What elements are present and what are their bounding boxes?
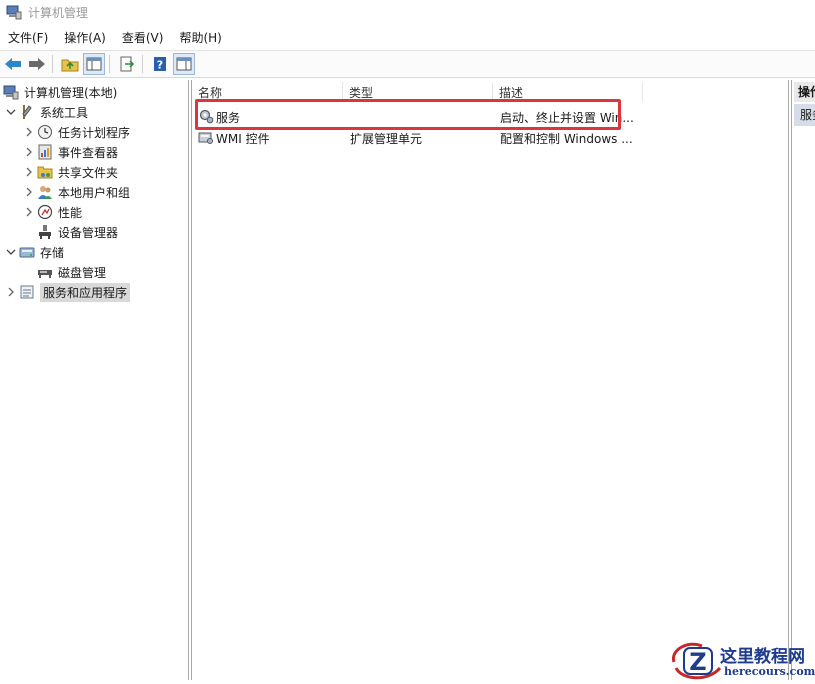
tree-label: 共享文件夹 [58, 165, 119, 180]
tree-label: 存储 [40, 245, 65, 260]
toolbar-separator [52, 55, 53, 73]
navigation-tree: 计算机管理(本地) 系统工具 任务计划程序 事件查看器 共享文件夹 本地用户和组… [0, 80, 189, 680]
toolbar-separator [109, 55, 110, 73]
tree-label: 服务和应用程序 [40, 282, 131, 302]
chevron-down-icon[interactable] [4, 245, 18, 259]
tree-item-local-users[interactable]: 本地用户和组 [22, 182, 130, 202]
watermark-z-icon: Z [671, 642, 722, 680]
wmi-control-icon [198, 129, 216, 145]
tree-item-root[interactable]: 计算机管理(本地) [2, 82, 117, 102]
column-header-description[interactable]: 描述 [493, 82, 643, 102]
tree-label: 性能 [58, 205, 83, 220]
list-item-name: WMI 控件 [216, 132, 270, 146]
show-action-pane-icon[interactable] [173, 53, 195, 75]
column-header-type[interactable]: 类型 [343, 82, 493, 102]
tree-item-performance[interactable]: 性能 [22, 202, 82, 222]
chevron-right-icon[interactable] [22, 125, 36, 139]
actions-pane: 操作 服务 [791, 80, 815, 680]
tree-item-system-tools[interactable]: 系统工具 [4, 102, 88, 122]
menu-view[interactable]: 查看(V) [114, 28, 172, 48]
menu-bar: 文件(F) 操作(A) 查看(V) 帮助(H) [0, 28, 230, 48]
toolbar-separator [142, 55, 143, 73]
chevron-right-icon[interactable] [22, 205, 36, 219]
computer-management-icon [2, 84, 20, 100]
watermark-text: 这里教程网 [720, 647, 805, 667]
tree-item-storage[interactable]: 存储 [4, 242, 64, 262]
tree-label: 设备管理器 [58, 225, 119, 240]
actions-header: 操作 [794, 82, 815, 102]
watermark-logo: Z 这里教程网 herecours.com [668, 640, 815, 682]
services-apps-icon [18, 284, 36, 300]
back-arrow-icon[interactable] [2, 53, 24, 75]
disk-icon [36, 264, 54, 280]
tree-label: 本地用户和组 [58, 185, 131, 200]
export-list-icon[interactable] [116, 53, 138, 75]
chevron-right-icon[interactable] [22, 145, 36, 159]
users-icon [36, 184, 54, 200]
list-item-description: 启动、终止并设置 Win... [500, 111, 634, 125]
show-hide-tree-icon[interactable] [83, 53, 105, 75]
tree-label: 事件查看器 [58, 145, 119, 160]
computer-management-icon [6, 4, 22, 20]
tree-label: 系统工具 [40, 105, 89, 120]
svg-text:Z: Z [689, 648, 706, 676]
device-manager-icon [36, 224, 54, 240]
list-item-type: 扩展管理单元 [350, 132, 423, 146]
storage-icon [18, 244, 36, 260]
tree-item-device-manager[interactable]: 设备管理器 [36, 222, 118, 242]
tree-label: 磁盘管理 [58, 265, 107, 280]
details-list: 名称 类型 描述 服务 启动、终止并设置 Win... WMI 控件 扩展管理单… [191, 80, 789, 680]
list-item-services[interactable]: 服务 启动、终止并设置 Win... [196, 106, 786, 126]
menu-help[interactable]: 帮助(H) [171, 28, 229, 48]
tools-icon [18, 104, 36, 120]
help-icon[interactable]: ? [149, 53, 171, 75]
menu-action[interactable]: 操作(A) [56, 28, 114, 48]
column-header-name[interactable]: 名称 [192, 82, 343, 102]
event-log-icon [36, 144, 54, 160]
tree-item-disk-management[interactable]: 磁盘管理 [36, 262, 106, 282]
gear-icon [198, 108, 216, 124]
shared-folder-icon [36, 164, 54, 180]
chevron-down-icon[interactable] [4, 105, 18, 119]
title-bar: 计算机管理 [0, 0, 815, 24]
tree-item-event-viewer[interactable]: 事件查看器 [22, 142, 118, 162]
tree-item-task-scheduler[interactable]: 任务计划程序 [22, 122, 130, 142]
list-item-description: 配置和控制 Windows ... [500, 132, 633, 146]
toolbar: ? [0, 50, 815, 78]
performance-icon [36, 204, 54, 220]
forward-arrow-icon[interactable] [26, 53, 48, 75]
up-folder-icon[interactable] [59, 53, 81, 75]
tree-label: 任务计划程序 [58, 125, 131, 140]
tree-label: 计算机管理(本地) [24, 85, 118, 100]
actions-item-services[interactable]: 服务 [794, 104, 815, 126]
chevron-right-icon[interactable] [22, 185, 36, 199]
watermark-url: herecours.com [724, 665, 815, 678]
list-item-name: 服务 [216, 111, 241, 125]
tree-item-services-apps[interactable]: 服务和应用程序 [4, 282, 131, 302]
menu-file[interactable]: 文件(F) [0, 28, 56, 48]
chevron-right-icon[interactable] [22, 165, 36, 179]
list-item-wmi-control[interactable]: WMI 控件 扩展管理单元 配置和控制 Windows ... [196, 127, 786, 147]
clock-icon [36, 124, 54, 140]
chevron-right-icon[interactable] [4, 285, 18, 299]
svg-text:?: ? [157, 59, 163, 72]
window-title: 计算机管理 [28, 5, 89, 20]
tree-item-shared-folders[interactable]: 共享文件夹 [22, 162, 118, 182]
